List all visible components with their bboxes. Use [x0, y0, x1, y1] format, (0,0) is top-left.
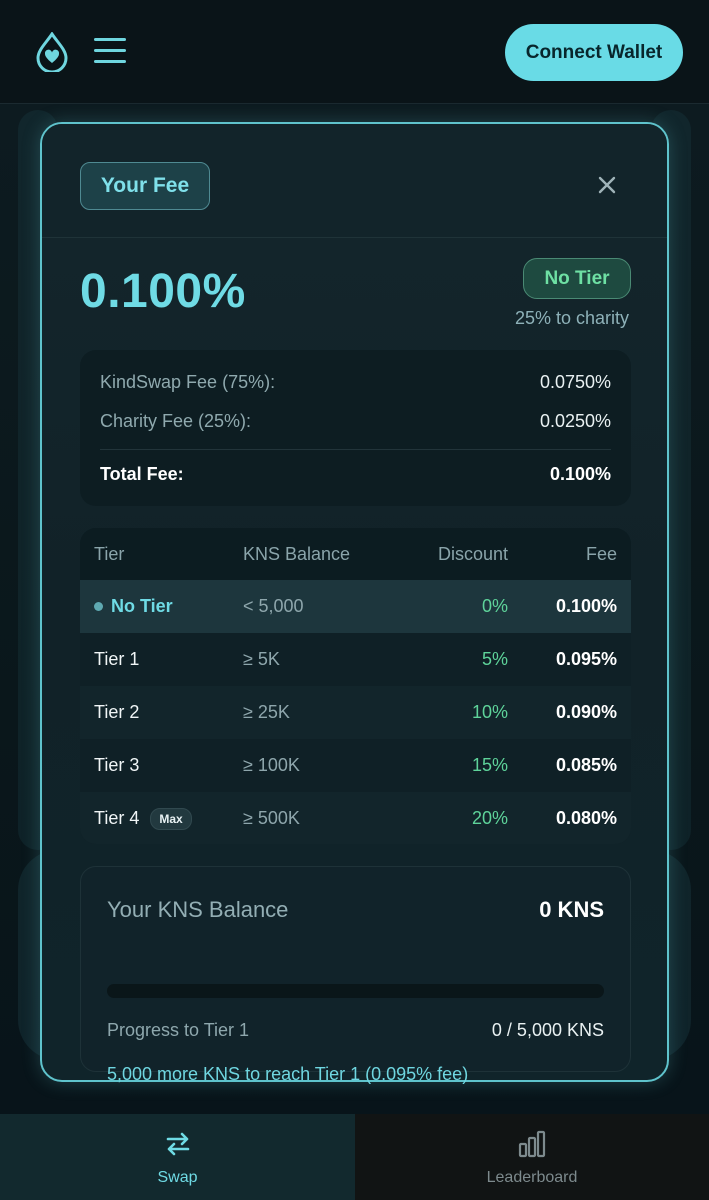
kindswap-fee-row: KindSwap Fee (75%): 0.0750% — [100, 372, 611, 393]
balance-cell: < 5,000 — [243, 596, 304, 616]
table-row: Tier 4 Max ≥ 500K 20% 0.080% — [80, 792, 631, 844]
nav-item-swap[interactable]: Swap — [0, 1114, 355, 1200]
tier-table: Tier KNS Balance Discount Fee No Tier < … — [80, 528, 631, 844]
charity-note: 25% to charity — [514, 308, 629, 328]
row-value: 0.0250% — [539, 411, 611, 431]
balance-cell: ≥ 100K — [243, 755, 300, 775]
fee-cell: 0.085% — [555, 755, 617, 775]
discount-cell: 20% — [471, 808, 508, 828]
tier-name: No Tier — [111, 596, 173, 616]
nav-label: Leaderboard — [486, 1169, 578, 1186]
row-label: Total Fee: — [100, 464, 184, 484]
total-fee-row: Total Fee: 0.100% — [100, 464, 611, 485]
progress-note: 5,000 more KNS to reach Tier 1 (0.095% f… — [107, 1064, 469, 1084]
table-row: Tier 3 ≥ 100K 15% 0.085% — [80, 739, 631, 792]
table-row: Tier 2 ≥ 25K 10% 0.090% — [80, 686, 631, 739]
connect-wallet-button[interactable]: Connect Wallet — [505, 24, 683, 81]
charity-fee-row: Charity Fee (25%): 0.0250% — [100, 411, 611, 432]
current-tier-dot-icon — [94, 602, 103, 611]
kns-balance-card: Your KNS Balance 0 KNS Progress to Tier … — [80, 866, 631, 1084]
top-header: Connect Wallet — [0, 0, 709, 104]
balance-cell: ≥ 25K — [243, 702, 290, 722]
tier-name: Tier 3 — [94, 755, 140, 775]
tier-name: Tier 2 — [94, 702, 140, 722]
nav-label: Swap — [157, 1169, 198, 1186]
max-tier-badge: Max — [150, 807, 192, 830]
divider — [100, 449, 611, 450]
column-header: Discount — [437, 543, 508, 564]
droplet-heart-icon[interactable] — [34, 31, 70, 74]
discount-cell: 10% — [471, 702, 508, 722]
fee-cell: 0.095% — [555, 649, 617, 669]
modal-title: Your Fee — [80, 162, 210, 210]
tier-progress-bar — [107, 984, 604, 998]
balance-value: 0 KNS — [539, 897, 604, 922]
modal-header: Your Fee — [42, 124, 667, 238]
tier-status-badge: No Tier — [523, 258, 631, 299]
tier-name: Tier 1 — [94, 649, 140, 669]
column-header: Fee — [585, 543, 617, 564]
balance-cell: ≥ 500K — [243, 808, 300, 828]
discount-cell: 15% — [471, 755, 508, 775]
table-header: Tier KNS Balance Discount Fee — [80, 528, 631, 580]
tier-name: Tier 4 — [94, 808, 140, 828]
table-row-current-tier: No Tier < 5,000 0% 0.100% — [80, 580, 631, 633]
current-fee-value: 0.100% — [80, 265, 246, 318]
fee-cell: 0.080% — [555, 808, 617, 828]
tier-cell: Tier 4 Max — [94, 792, 192, 844]
row-value: 0.0750% — [539, 372, 611, 392]
column-header: Tier — [94, 543, 125, 564]
discount-cell: 5% — [481, 649, 508, 669]
nav-item-leaderboard[interactable]: Leaderboard — [355, 1114, 709, 1200]
bottom-navigation: Swap Leaderboard — [0, 1114, 709, 1200]
hamburger-menu-icon[interactable] — [94, 38, 126, 66]
column-header: KNS Balance — [243, 543, 351, 564]
progress-value: 0 / 5,000 KNS — [491, 1020, 604, 1040]
discount-cell: 0% — [481, 596, 508, 616]
fee-cell: 0.090% — [555, 702, 617, 722]
balance-cell: ≥ 5K — [243, 649, 280, 669]
fee-breakdown: KindSwap Fee (75%): 0.0750% Charity Fee … — [80, 350, 631, 506]
bar-chart-icon — [516, 1128, 548, 1160]
your-fee-modal: Your Fee 0.100% No Tier 25% to charity K… — [40, 122, 669, 1084]
row-label: KindSwap Fee (75%): — [100, 372, 276, 392]
balance-label: Your KNS Balance — [107, 897, 289, 922]
close-icon[interactable] — [594, 172, 620, 198]
row-label: Charity Fee (25%): — [100, 411, 252, 431]
progress-label: Progress to Tier 1 — [107, 1020, 250, 1040]
table-row: Tier 1 ≥ 5K 5% 0.095% — [80, 633, 631, 686]
fee-cell: 0.100% — [555, 596, 617, 616]
row-value: 0.100% — [549, 464, 611, 484]
swap-arrows-icon — [162, 1128, 194, 1160]
tier-cell: No Tier — [94, 580, 173, 633]
